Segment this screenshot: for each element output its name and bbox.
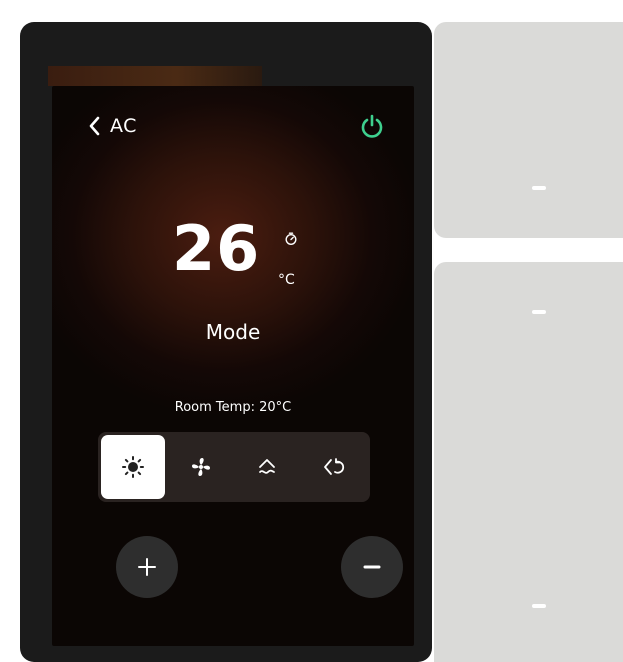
auto-icon bbox=[324, 458, 345, 475]
temperature-unit: °C bbox=[278, 272, 295, 288]
mode-fan-button[interactable] bbox=[169, 435, 233, 499]
top-right-button[interactable] bbox=[434, 22, 623, 238]
power-icon bbox=[361, 114, 383, 138]
top-right-indicator bbox=[532, 186, 546, 190]
mode-auto-button[interactable] bbox=[302, 435, 366, 499]
mode-heat-button[interactable] bbox=[101, 435, 165, 499]
sun-icon bbox=[122, 456, 144, 478]
back-label: AC bbox=[110, 115, 137, 137]
screen-top-strip bbox=[48, 66, 262, 86]
thermostat-panel: AC 26 °C Mode Room Temp: 20°C bbox=[20, 22, 432, 662]
room-temperature: Room Temp: 20°C bbox=[174, 400, 292, 415]
increase-temperature-button[interactable] bbox=[116, 536, 178, 598]
mode-dry-button[interactable] bbox=[235, 435, 299, 499]
bottom-right-indicator-bottom bbox=[532, 604, 546, 608]
fan-icon bbox=[192, 458, 210, 476]
back-button[interactable]: AC bbox=[88, 114, 137, 138]
chevron-left-icon bbox=[89, 116, 100, 136]
thermostat-screen: AC 26 °C Mode Room Temp: 20°C bbox=[52, 86, 414, 646]
mode-selector bbox=[98, 432, 370, 502]
minus-icon bbox=[363, 565, 381, 569]
bottom-right-indicator-top bbox=[532, 310, 546, 314]
power-button[interactable] bbox=[358, 112, 386, 140]
mode-label: Mode bbox=[205, 320, 261, 344]
bottom-right-button[interactable] bbox=[434, 262, 623, 662]
decrease-temperature-button[interactable] bbox=[341, 536, 403, 598]
dry-icon bbox=[259, 459, 275, 474]
plus-icon bbox=[138, 558, 156, 576]
timer-icon bbox=[285, 232, 297, 246]
temperature-value: 26 bbox=[172, 212, 261, 285]
